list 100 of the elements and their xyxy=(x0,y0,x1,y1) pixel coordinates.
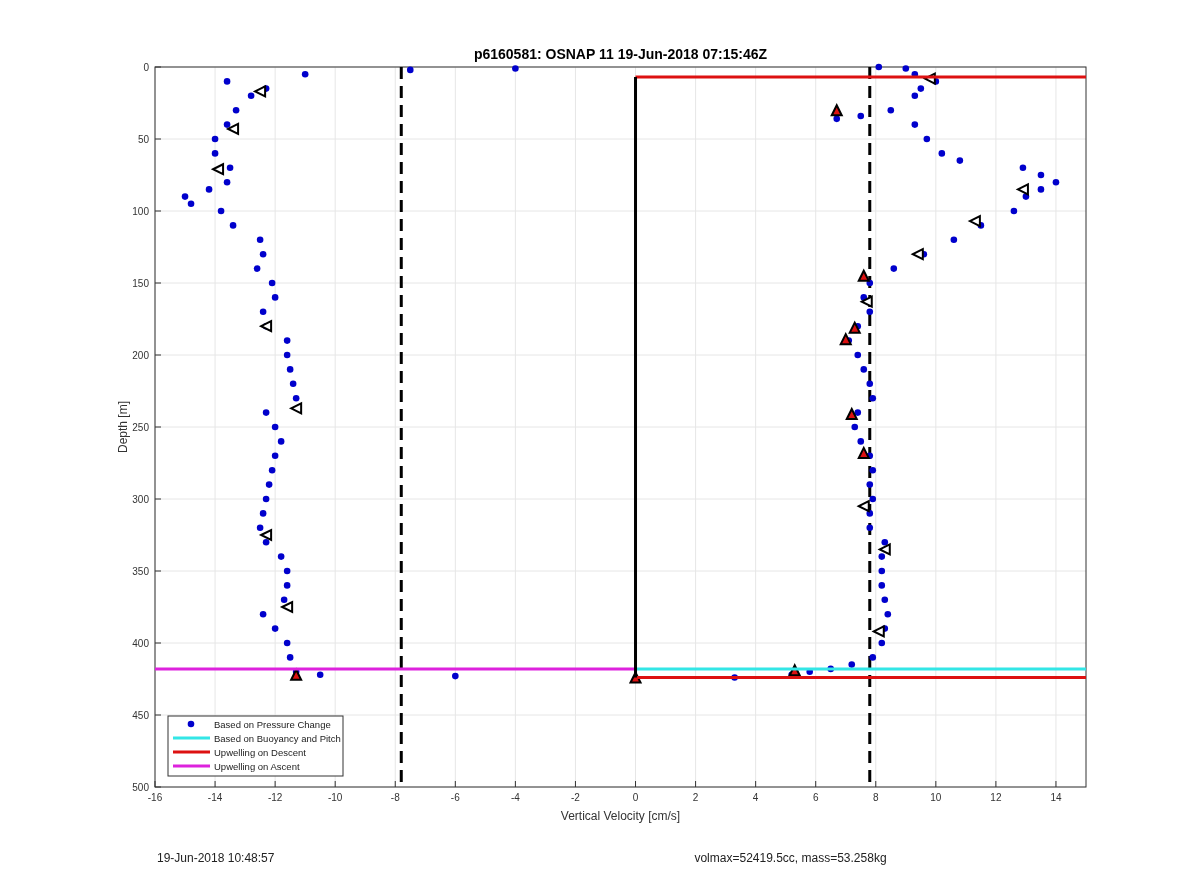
data-point xyxy=(875,63,883,71)
legend-label: Based on Buoyancy and Pitch xyxy=(214,733,341,744)
triangle-marker xyxy=(258,528,273,542)
data-point xyxy=(938,150,946,157)
x-axis-label: Vertical Velocity [cm/s] xyxy=(560,809,681,823)
x-tick-label: -4 xyxy=(510,792,520,803)
data-point xyxy=(956,157,964,164)
data-point xyxy=(950,236,958,244)
data-point xyxy=(256,524,264,532)
data-point xyxy=(406,66,414,74)
triangle-marker xyxy=(258,319,273,333)
data-point xyxy=(286,654,294,661)
triangle-marker xyxy=(288,401,303,415)
data-point xyxy=(211,150,219,157)
triangle-marker xyxy=(289,667,303,681)
x-tick-label: 6 xyxy=(812,792,819,803)
y-tick-label: 150 xyxy=(132,278,149,289)
data-point xyxy=(866,380,874,388)
y-tick-label: 300 xyxy=(132,494,149,505)
data-point xyxy=(262,538,270,546)
data-point xyxy=(253,265,261,272)
data-point xyxy=(854,351,862,359)
data-point xyxy=(860,366,868,373)
data-point xyxy=(268,279,276,287)
data-point xyxy=(851,423,859,431)
legend-label: Upwelling on Descent xyxy=(214,747,306,758)
data-point xyxy=(256,236,264,244)
triangle-marker xyxy=(252,84,267,99)
y-tick-label: 500 xyxy=(132,782,149,793)
data-point xyxy=(211,135,219,143)
data-point xyxy=(857,438,865,445)
data-point xyxy=(887,106,895,114)
data-point xyxy=(301,70,309,78)
data-point xyxy=(869,654,877,661)
data-point xyxy=(1037,171,1045,179)
timestamp: 19-Jun-2018 10:48:57 xyxy=(157,851,275,865)
chart-title: p6160581: OSNAP 11 19-Jun-2018 07:15:46Z xyxy=(473,46,768,62)
triangle-marker xyxy=(856,499,870,513)
triangle-marker xyxy=(967,214,981,228)
x-tick-label: -10 xyxy=(327,792,343,803)
data-point xyxy=(316,671,324,678)
data-point xyxy=(857,112,865,120)
data-point xyxy=(268,466,276,474)
data-point xyxy=(866,308,874,316)
data-point xyxy=(259,308,267,316)
data-point xyxy=(265,481,273,488)
data-point xyxy=(229,222,237,229)
data-point xyxy=(271,423,279,431)
y-tick-label: 350 xyxy=(132,566,149,577)
data-point xyxy=(869,466,877,474)
x-tick-label: 4 xyxy=(752,792,759,803)
data-point xyxy=(205,186,213,193)
data-point xyxy=(878,553,886,560)
triangle-marker xyxy=(210,162,225,176)
triangle-marker xyxy=(871,624,885,639)
data-point xyxy=(283,351,291,359)
data-point xyxy=(911,121,919,128)
triangle-marker xyxy=(857,268,871,282)
triangle-marker xyxy=(1015,182,1029,196)
x-tick-label: 12 xyxy=(990,792,1002,803)
data-point xyxy=(833,115,841,123)
x-tick-label: 2 xyxy=(692,792,699,803)
data-point xyxy=(1037,186,1045,193)
data-point xyxy=(223,78,231,85)
data-point xyxy=(848,661,856,668)
data-point xyxy=(878,582,886,589)
triangle-marker xyxy=(859,295,873,309)
triangle-marker xyxy=(848,320,862,334)
data-point xyxy=(869,495,877,503)
triangle-marker xyxy=(910,247,924,261)
data-point xyxy=(860,294,868,301)
y-tick-label: 250 xyxy=(132,422,149,433)
y-tick-label: 400 xyxy=(132,638,149,649)
data-point xyxy=(283,567,291,575)
x-tick-label: -2 xyxy=(571,792,580,803)
data-point xyxy=(271,625,279,632)
data-point xyxy=(869,394,877,402)
x-tick-label: -14 xyxy=(207,792,223,803)
data-point xyxy=(262,409,270,416)
x-tick-label: 0 xyxy=(632,792,639,803)
data-point xyxy=(277,553,285,560)
x-tick-label: -16 xyxy=(147,792,163,803)
data-point xyxy=(217,207,225,215)
data-point xyxy=(223,178,231,186)
data-point xyxy=(232,106,240,114)
x-tick-label: 8 xyxy=(873,792,879,803)
volume-mass-info: volmax=52419.5cc, mass=53.258kg xyxy=(694,851,887,865)
triangle-marker xyxy=(279,600,294,614)
data-point xyxy=(262,495,270,503)
data-point xyxy=(884,610,892,618)
triangle-marker xyxy=(922,71,936,86)
y-tick-label: 450 xyxy=(132,710,149,721)
data-point xyxy=(1052,178,1060,186)
triangle-marker xyxy=(225,122,240,136)
data-point xyxy=(878,639,886,647)
data-point xyxy=(259,610,267,618)
data-point xyxy=(271,294,279,301)
legend-label: Upwelling on Ascent xyxy=(214,761,300,772)
data-point xyxy=(878,567,886,575)
x-tick-label: -6 xyxy=(450,792,460,803)
